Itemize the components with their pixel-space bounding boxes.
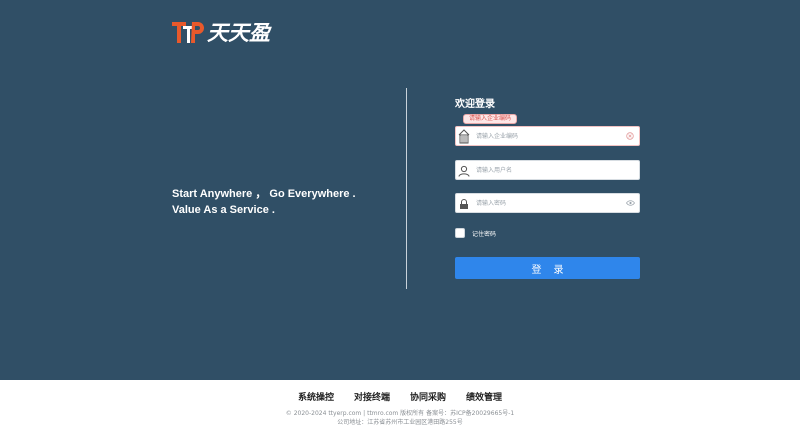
brand-name: 天天盈 — [207, 21, 270, 45]
eye-icon[interactable] — [625, 198, 635, 208]
login-title: 欢迎登录 — [455, 99, 495, 110]
footer-nav: 系统操控 对接终端 协同采购 绩效管理 — [0, 390, 800, 403]
company-error-tooltip: 请输入企业编码 — [463, 114, 518, 124]
slogan: Start Anywhere ， Go Everywhere . Value A… — [172, 186, 356, 218]
footer-address: 公司地址：江苏省苏州市工业园区港田路255号 — [337, 419, 463, 426]
brand-logo[interactable]: 天天盈 — [172, 19, 270, 45]
footer-link-collaborative-purchasing[interactable]: 协同采购 — [410, 390, 446, 403]
user-icon — [458, 163, 470, 178]
footer-link-system-control[interactable]: 系统操控 — [298, 390, 334, 403]
brand-logo-mark — [172, 19, 204, 45]
vertical-divider — [406, 88, 407, 289]
hero-background — [0, 0, 800, 380]
username-field[interactable] — [455, 160, 640, 180]
username-input[interactable] — [476, 161, 624, 179]
lock-icon — [458, 196, 470, 211]
remember-password[interactable]: 记住密码 — [455, 228, 496, 238]
login-button[interactable]: 登录 — [455, 257, 640, 279]
clear-icon[interactable] — [625, 131, 635, 141]
slogan-line-2: Value As a Service . — [172, 204, 275, 216]
footer-link-performance-management[interactable]: 绩效管理 — [466, 390, 502, 403]
building-icon — [458, 129, 470, 144]
footer-copyright: © 2020-2024 ttyerp.com | ttmro.com 版权所有 … — [285, 410, 515, 417]
remember-password-label: 记住密码 — [472, 230, 497, 238]
company-code-field[interactable] — [455, 126, 640, 146]
footer-link-terminal-integration[interactable]: 对接终端 — [354, 390, 390, 403]
company-code-input[interactable] — [476, 127, 624, 145]
password-field[interactable] — [455, 193, 640, 213]
remember-password-checkbox[interactable] — [455, 228, 465, 238]
slogan-line-1: Start Anywhere ， Go Everywhere . — [172, 188, 356, 200]
password-input[interactable] — [476, 194, 624, 212]
